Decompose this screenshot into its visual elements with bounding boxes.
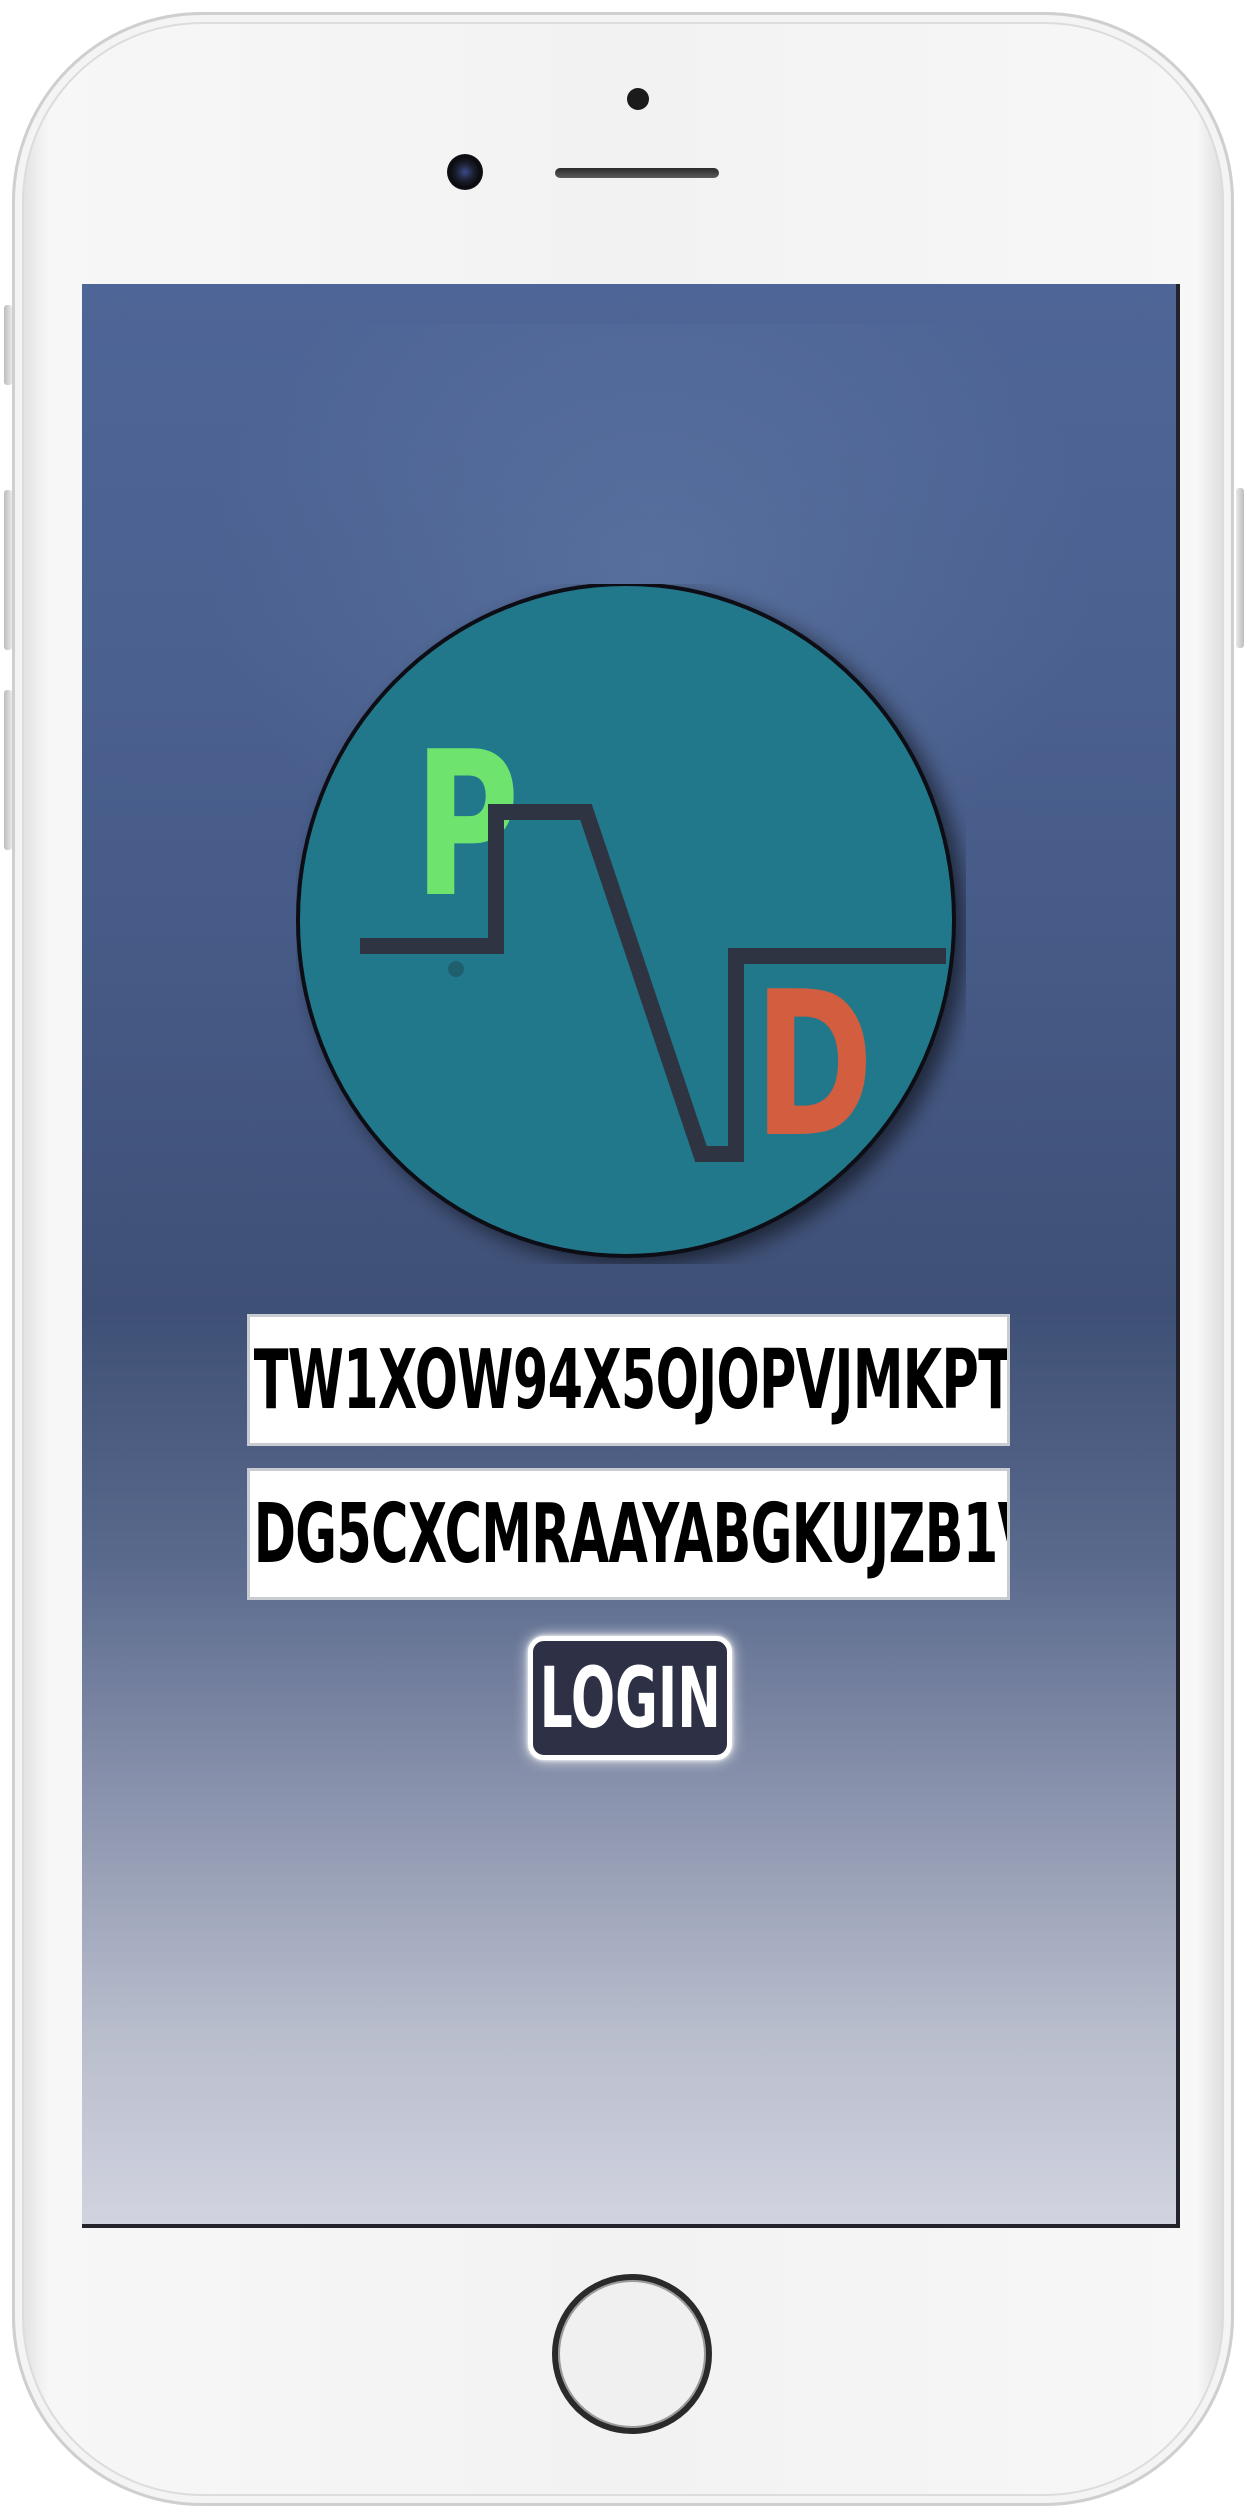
device-frame-canvas: P D TW1XOW94X5OJOPVJMKPT DG5CXCMRAAYABGK… [0,0,1248,2518]
logo-dot [448,961,464,977]
app-logo: P D [296,584,966,1264]
username-field[interactable]: TW1XOW94X5OJOPVJMKPT [247,1314,1010,1446]
login-label: LOGIN [539,1649,721,1747]
username-value: TW1XOW94X5OJOPVJMKPT [253,1332,1010,1428]
login-button[interactable]: LOGIN [528,1636,732,1760]
logo-letter-d: D [754,949,874,1182]
phone-body: P D TW1XOW94X5OJOPVJMKPT DG5CXCMRAAYABGK… [12,12,1234,2506]
home-button [552,2274,712,2434]
volume-down-button [4,690,12,850]
password-field[interactable]: DG5CXCMRAAYABGKUJZB1V [247,1468,1010,1600]
proximity-sensor [627,88,649,110]
power-button [1236,488,1244,648]
password-value: DG5CXCMRAAYABGKUJZB1V [253,1486,1010,1582]
logo-graphic: P D [296,584,956,1258]
app-screen: P D TW1XOW94X5OJOPVJMKPT DG5CXCMRAAYABGK… [82,284,1180,2228]
front-camera-icon [447,154,483,190]
volume-up-button [4,490,12,650]
earpiece-speaker [555,168,719,178]
silent-switch [4,305,12,385]
